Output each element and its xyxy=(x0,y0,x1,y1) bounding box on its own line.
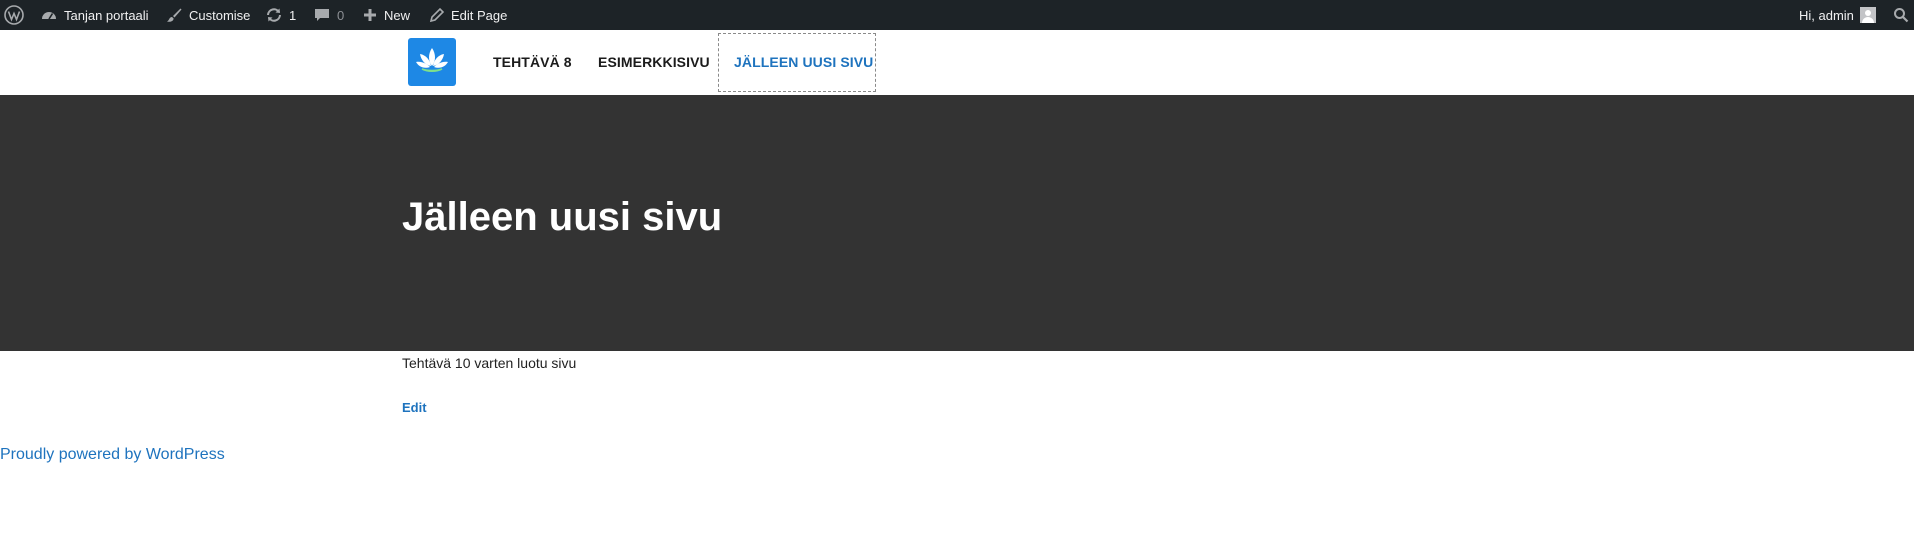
nav-item-jalleen-uusi-sivu[interactable]: JÄLLEEN UUSI SIVU xyxy=(734,30,873,94)
nav-item-label: JÄLLEEN UUSI SIVU xyxy=(734,54,874,70)
wordpress-menu[interactable] xyxy=(4,0,24,30)
greeting-label: Hi, admin xyxy=(1799,7,1854,23)
site-name-link[interactable]: Tanjan portaali xyxy=(40,0,149,30)
brush-icon xyxy=(165,6,183,24)
lotus-icon xyxy=(413,44,451,81)
page-content: Tehtävä 10 varten luotu sivu xyxy=(402,355,577,371)
new-content-link[interactable]: New xyxy=(362,0,410,30)
nav-item-label: TEHTÄVÄ 8 xyxy=(493,54,572,70)
updates-icon xyxy=(265,6,283,24)
plus-icon xyxy=(362,7,378,23)
dashboard-icon xyxy=(40,6,58,24)
avatar xyxy=(1859,7,1876,23)
site-name-label: Tanjan portaali xyxy=(64,7,149,23)
nav-item-esimerkkisivu[interactable]: ESIMERKKISIVU xyxy=(598,30,710,94)
updates-count: 1 xyxy=(289,7,297,23)
footer-credit-link[interactable]: Proudly powered by WordPress xyxy=(0,446,225,464)
customise-label: Customise xyxy=(189,7,251,23)
nav-item-tehtava-8[interactable]: TEHTÄVÄ 8 xyxy=(493,30,572,94)
comments-link[interactable]: 0 xyxy=(313,0,344,30)
site-header: TEHTÄVÄ 8 ESIMERKKISIVU JÄLLEEN UUSI SIV… xyxy=(0,30,1914,94)
edit-link[interactable]: Edit xyxy=(402,400,427,415)
my-account-link[interactable]: Hi, admin xyxy=(1799,0,1876,30)
customise-link[interactable]: Customise xyxy=(165,0,250,30)
site-logo[interactable] xyxy=(408,38,456,86)
pencil-icon xyxy=(429,7,445,23)
page-hero: Jälleen uusi sivu xyxy=(0,95,1914,351)
admin-search-button[interactable] xyxy=(1893,0,1909,30)
admin-bar: Tanjan portaali Customise 1 0 New Edit P… xyxy=(0,0,1914,30)
page-title: Jälleen uusi sivu xyxy=(402,195,723,239)
wordpress-logo-icon xyxy=(4,5,24,25)
search-icon xyxy=(1893,7,1909,23)
new-label: New xyxy=(384,7,411,23)
comments-count: 0 xyxy=(337,7,345,23)
updates-link[interactable]: 1 xyxy=(265,0,296,30)
nav-item-label: ESIMERKKISIVU xyxy=(598,54,710,70)
comment-icon xyxy=(313,6,331,24)
edit-page-link[interactable]: Edit Page xyxy=(429,0,507,30)
edit-page-label: Edit Page xyxy=(451,7,508,23)
